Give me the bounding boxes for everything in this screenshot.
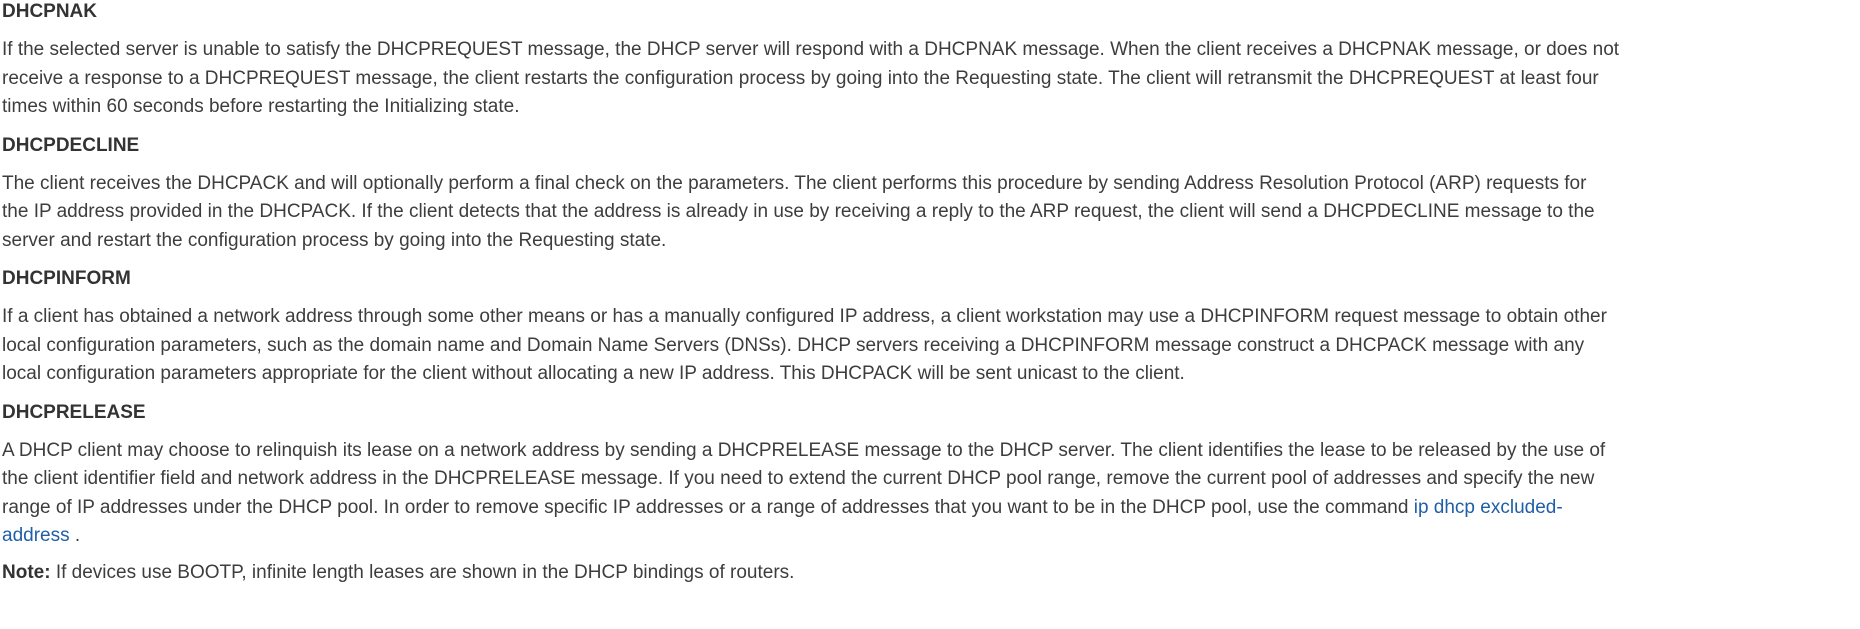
section-paragraph: If the selected server is unable to sati… (2, 36, 1854, 122)
command-link-text: ip dhcp excluded- (1413, 496, 1563, 518)
section-dhcpinform: DHCPINFORM If a client has obtained a ne… (2, 267, 1854, 389)
note-text: If devices use BOOTP, infinite length le… (50, 561, 795, 583)
section-heading: DHCPNAK (2, 1, 97, 22)
section-heading: DHCPINFORM (2, 268, 131, 289)
section-paragraph: If a client has obtained a network addre… (2, 303, 1854, 389)
section-dhcpdecline: DHCPDECLINE The client receives the DHCP… (2, 134, 1854, 256)
paragraph-line: times within 60 seconds before restartin… (2, 96, 520, 117)
command-link-text: address (2, 525, 70, 546)
paragraph-line: If the selected server is unable to sati… (2, 39, 1620, 60)
document-body: DHCPNAK If the selected server is unable… (0, 0, 1854, 587)
paragraph-line: The client receives the DHCPACK and will… (2, 172, 1587, 194)
paragraph-line: If a client has obtained a network addre… (2, 306, 1607, 327)
paragraph-line: the IP address provided in the DHCPACK. … (2, 201, 1595, 222)
paragraph-line: A DHCP client may choose to relinquish i… (2, 439, 1606, 461)
note-label: Note: (2, 561, 51, 583)
section-heading: DHCPDECLINE (2, 134, 140, 156)
paragraph-line: receive a response to a DHCPREQUEST mess… (2, 67, 1599, 89)
paragraph-line: server and restart the configuration pro… (2, 229, 667, 251)
paragraph-tail: . (69, 525, 81, 546)
paragraph-line: range of IP addresses under the DHCP poo… (2, 496, 1414, 518)
paragraph-line: local configuration parameters appropria… (2, 363, 1185, 384)
note: Note: If devices use BOOTP, infinite len… (2, 559, 1854, 587)
section-paragraph: The client receives the DHCPACK and will… (2, 170, 1854, 256)
section-paragraph: A DHCP client may choose to relinquish i… (2, 437, 1854, 551)
section-dhcprelease: DHCPRELEASE A DHCP client may choose to … (2, 401, 1854, 551)
paragraph-line: the client identifier field and network … (2, 468, 1595, 489)
section-heading: DHCPRELEASE (2, 401, 146, 423)
section-dhcpnak: DHCPNAK If the selected server is unable… (2, 0, 1854, 122)
paragraph-line: local configuration parameters, such as … (2, 334, 1585, 356)
